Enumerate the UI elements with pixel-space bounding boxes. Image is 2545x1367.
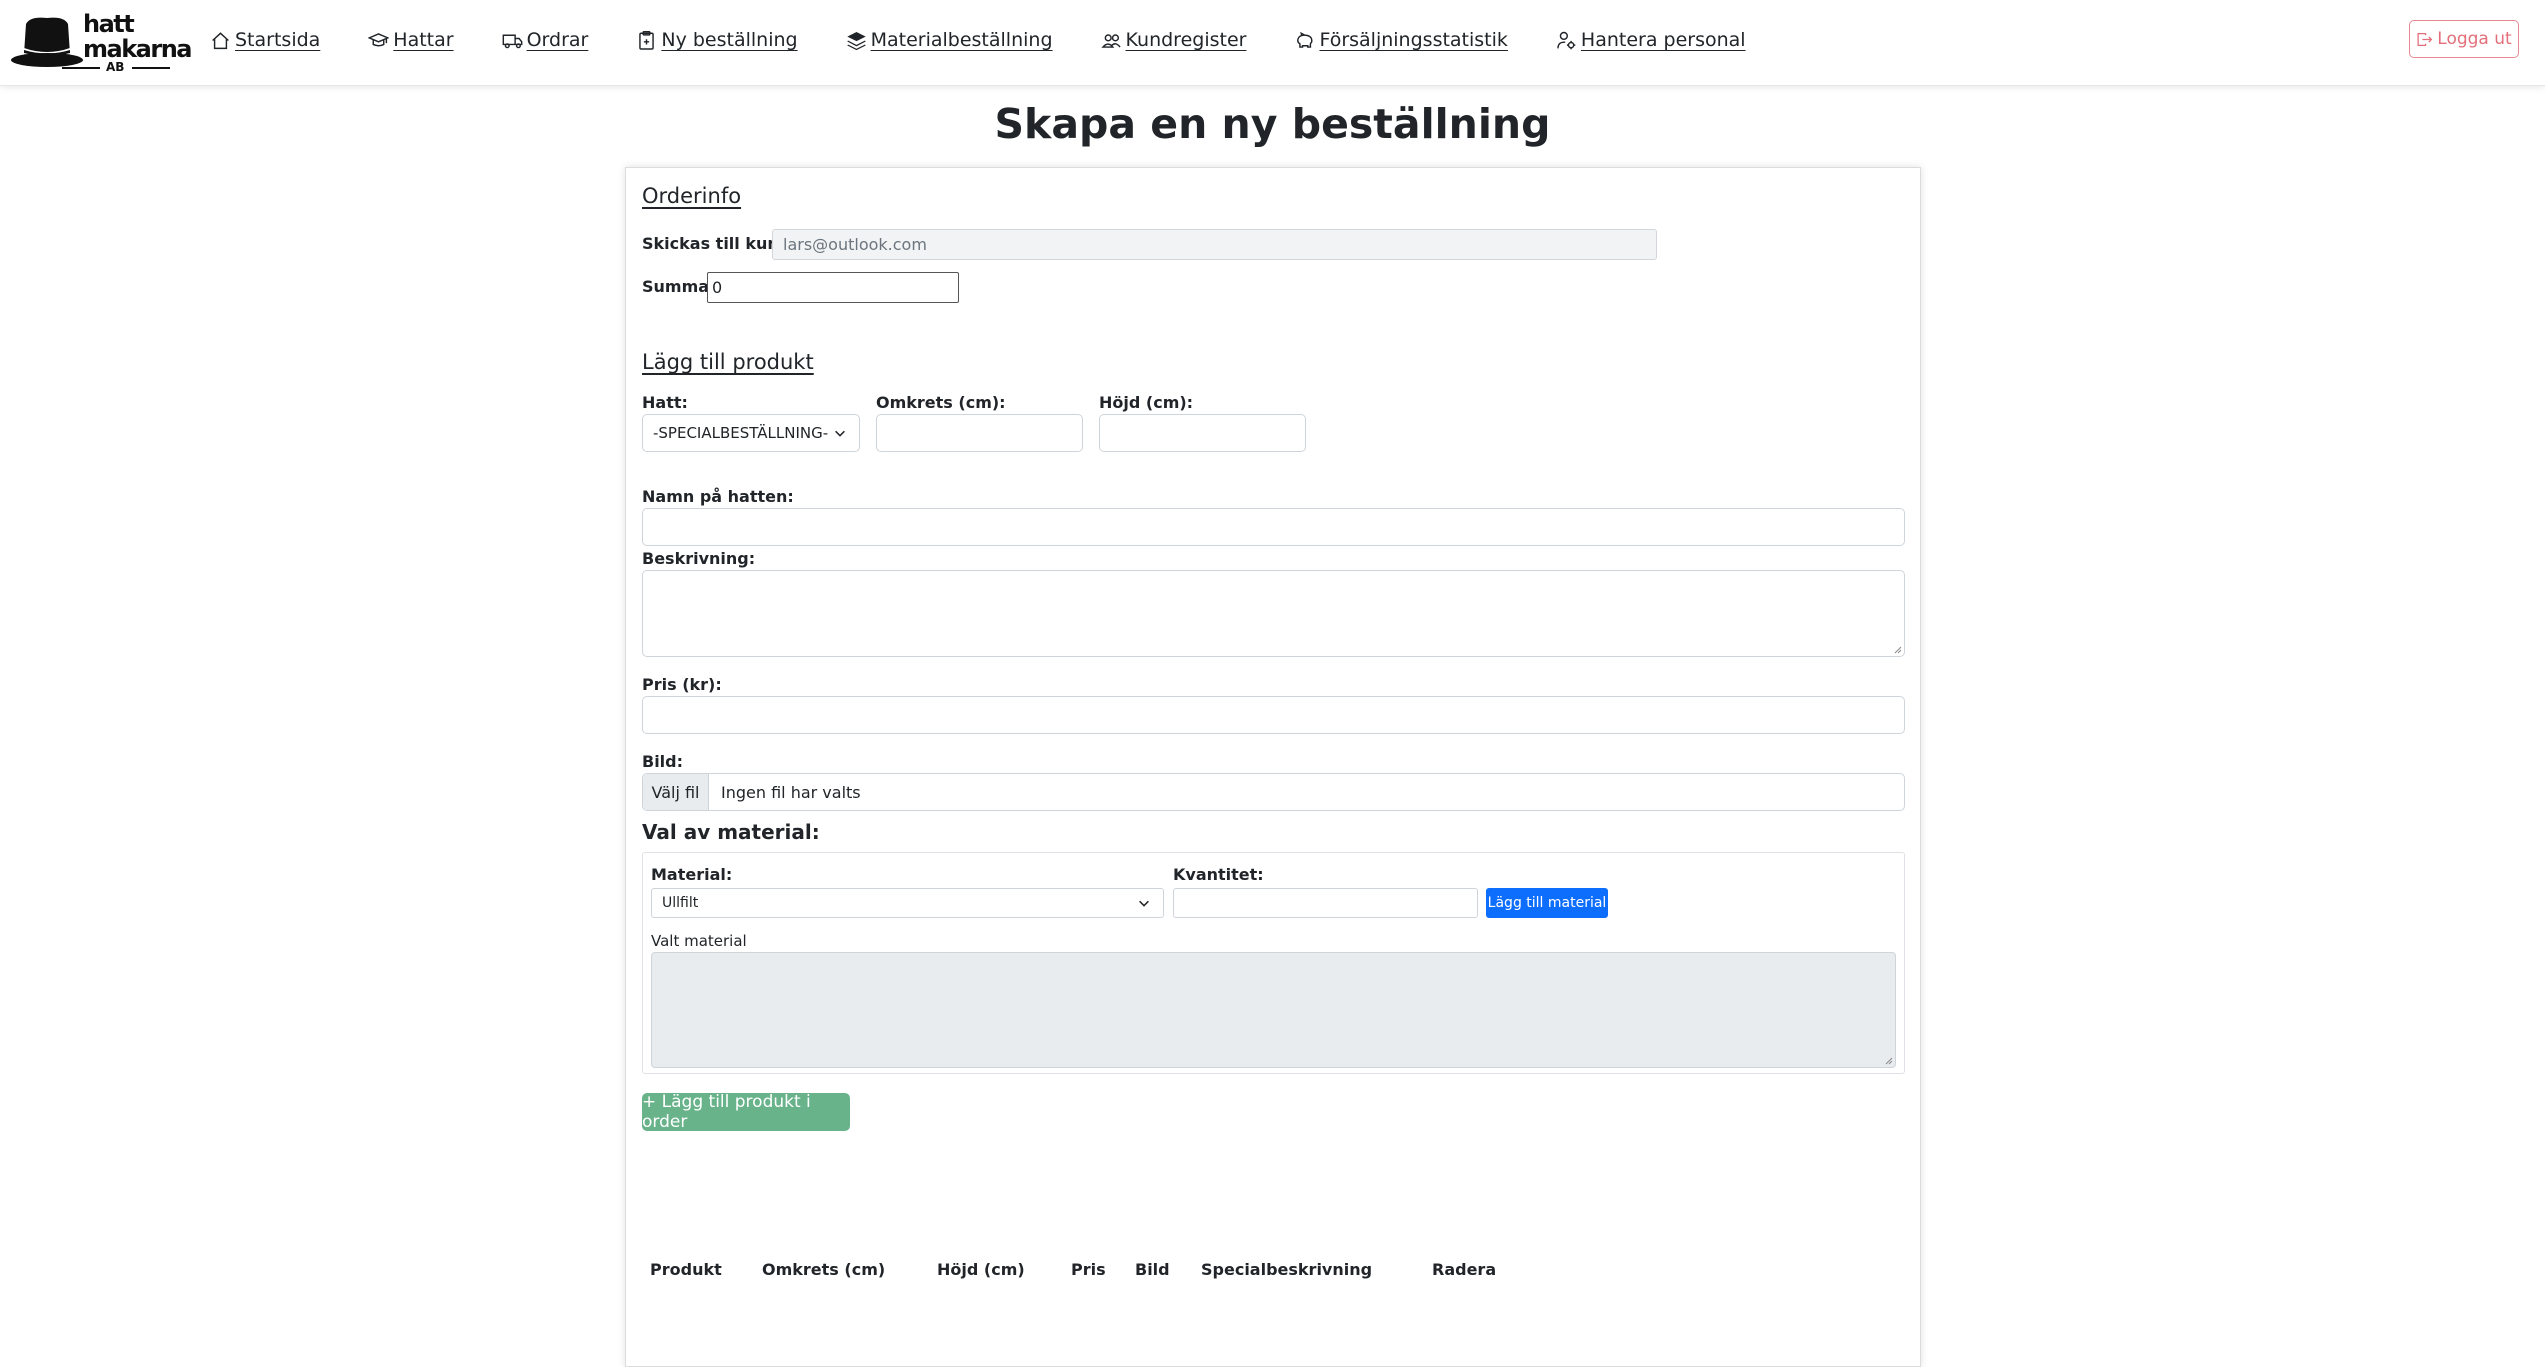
nav-label: Startsida — [235, 29, 321, 51]
add-product-heading: Lägg till produkt — [642, 350, 814, 374]
material-select[interactable]: Ullfilt — [651, 888, 1164, 918]
box-arrow-right-icon — [2417, 32, 2433, 46]
selected-material-area — [651, 952, 1896, 1068]
logout-label: Logga ut — [2437, 29, 2512, 49]
nav-materialbestallning[interactable]: Materialbeställning — [846, 29, 1053, 51]
chevron-down-icon — [835, 430, 845, 437]
top-navbar: hatt makarna AB Startsida Hattar Ordrar … — [0, 0, 2545, 86]
quantity-label: Kvantitet: — [1173, 865, 1264, 884]
main-nav: Startsida Hattar Ordrar Ny beställning M… — [210, 29, 1794, 51]
house-icon — [212, 31, 229, 49]
add-product-to-order-button[interactable]: + Lägg till produkt i order — [642, 1092, 850, 1132]
resize-grip-icon[interactable] — [1883, 1055, 1893, 1065]
material-label: Material: — [651, 865, 733, 884]
nav-startsida[interactable]: Startsida — [210, 29, 320, 51]
page-title: Skapa en ny beställning — [994, 100, 1551, 148]
nav-label: Hantera personal — [1580, 29, 1746, 51]
col-header-hojd: Höjd (cm) — [937, 1260, 1025, 1279]
logo-divider — [132, 67, 170, 69]
material-select-value: Ullfilt — [662, 895, 699, 911]
nav-label: Hattar — [393, 29, 454, 51]
person-gear-icon — [1557, 31, 1576, 49]
nav-hattar[interactable]: Hattar — [368, 29, 454, 51]
hat-name-field[interactable] — [642, 508, 1905, 546]
image-label: Bild: — [642, 752, 684, 771]
description-label: Beskrivning: — [642, 549, 756, 568]
description-textarea[interactable] — [642, 570, 1905, 657]
hat-logo-icon — [11, 17, 83, 67]
col-header-pris: Pris — [1071, 1260, 1106, 1279]
nav-kundregister[interactable]: Kundregister — [1100, 29, 1247, 51]
truck-icon — [502, 34, 523, 48]
layers-icon — [846, 31, 866, 50]
resize-grip-icon[interactable] — [1892, 644, 1902, 654]
hat-label: Hatt: — [642, 393, 688, 412]
nav-ordrar[interactable]: Ordrar — [502, 29, 589, 51]
height-label: Höjd (cm): — [1099, 393, 1194, 412]
brand-suffix: AB — [106, 60, 125, 74]
nav-label: Ny beställning — [661, 29, 798, 51]
material-panel: Material: Ullfilt Kvantitet: Lägg till m… — [642, 852, 1905, 1074]
file-status: Ingen fil har valts — [721, 782, 861, 802]
col-header-omkrets: Omkrets (cm) — [762, 1260, 886, 1279]
selected-material-label: Valt material — [651, 932, 747, 950]
circumference-field[interactable] — [876, 414, 1083, 452]
col-header-specialbeskrivning: Specialbeskrivning — [1201, 1260, 1373, 1279]
orderinfo-heading: Orderinfo — [642, 184, 742, 208]
hat-select[interactable]: -SPECIALBESTÄLLNING- — [642, 414, 860, 452]
col-header-radera: Radera — [1432, 1260, 1497, 1279]
logout-button[interactable]: Logga ut — [2409, 20, 2519, 58]
piggy-bank-icon — [1297, 31, 1313, 48]
nav-label: Ordrar — [526, 29, 589, 51]
col-header-bild: Bild — [1135, 1260, 1170, 1279]
chevron-down-icon — [1139, 900, 1149, 907]
customer-field[interactable]: lars@outlook.com — [772, 229, 1657, 260]
height-field[interactable] — [1099, 414, 1306, 452]
nav-forsaljningsstatistik[interactable]: Försäljningsstatistik — [1294, 29, 1508, 51]
clipboard-plus-icon — [639, 30, 655, 50]
nav-label: Kundregister — [1125, 29, 1247, 51]
sum-label: Summa: — [642, 277, 716, 296]
image-file-input[interactable]: Välj fil Ingen fil har valts — [642, 773, 1905, 811]
nav-ny-bestallning[interactable]: Ny beställning — [636, 29, 798, 51]
nav-label: Materialbeställning — [870, 29, 1053, 51]
graduation-cap-icon — [368, 32, 390, 46]
nav-label: Försäljningsstatistik — [1319, 29, 1508, 51]
hat-select-value: -SPECIALBESTÄLLNING- — [653, 424, 829, 442]
quantity-field[interactable] — [1173, 888, 1478, 918]
logo-divider — [62, 67, 100, 69]
add-material-button[interactable]: Lägg till material — [1486, 888, 1608, 918]
hattmakarna-logo[interactable]: hatt makarna AB — [10, 10, 192, 74]
col-header-produkt: Produkt — [650, 1260, 722, 1279]
price-field[interactable] — [642, 696, 1905, 734]
circumference-label: Omkrets (cm): — [876, 393, 1006, 412]
hat-name-label: Namn på hatten: — [642, 487, 794, 506]
order-form-card: Orderinfo Skickas till kund: lars@outloo… — [625, 167, 1921, 1367]
sum-field[interactable]: 0 — [707, 272, 959, 303]
material-heading: Val av material: — [642, 820, 820, 844]
choose-file-button[interactable]: Välj fil — [643, 774, 709, 810]
brand-name: hatt makarna — [83, 10, 192, 63]
price-label: Pris (kr): — [642, 675, 722, 694]
people-icon — [1100, 33, 1121, 48]
nav-hantera-personal[interactable]: Hantera personal — [1556, 29, 1746, 51]
